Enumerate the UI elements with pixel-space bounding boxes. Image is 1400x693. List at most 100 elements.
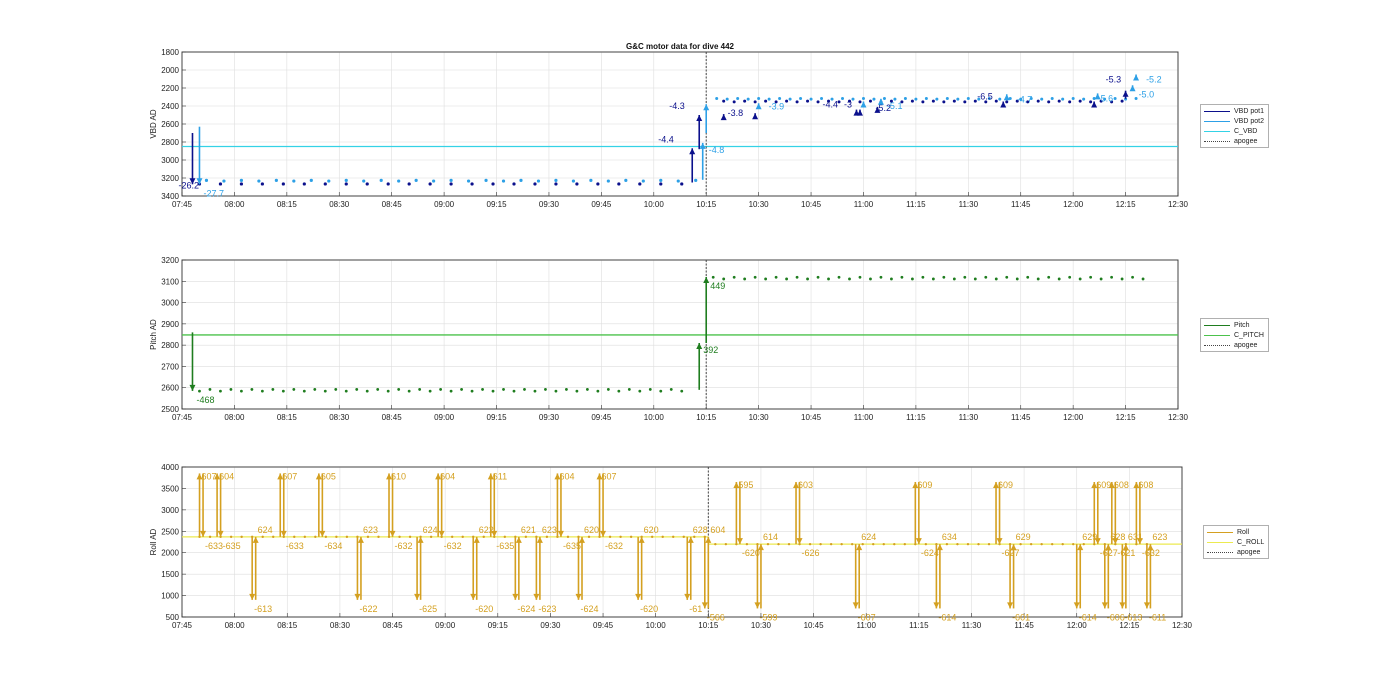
pitch-rate-label: 392 bbox=[703, 345, 718, 355]
roll-point bbox=[524, 535, 528, 539]
roll-rate-label: -624 bbox=[517, 604, 535, 614]
x-tick-label: 10:00 bbox=[644, 413, 665, 422]
roll-rate-label: -566 bbox=[707, 612, 725, 622]
pitch-point bbox=[1120, 277, 1124, 281]
x-tick-label: 12:30 bbox=[1168, 413, 1189, 422]
y-tick-label: 2000 bbox=[161, 549, 179, 558]
vbd-pot2-point bbox=[536, 179, 541, 183]
roll-rate-label: -633 bbox=[205, 541, 223, 551]
vbd-pot2-point bbox=[484, 178, 488, 182]
vbd-pot2-point bbox=[449, 178, 453, 182]
roll-point bbox=[861, 542, 864, 546]
roll-rate-label: 609 bbox=[998, 480, 1013, 490]
roll-rate-label: 608 bbox=[1114, 480, 1129, 490]
vbd-pot2-point bbox=[1113, 96, 1117, 100]
x-tick-label: 08:15 bbox=[277, 413, 298, 422]
roll-point bbox=[450, 535, 454, 539]
roll-point bbox=[408, 535, 412, 539]
y-axis-label: VBD AD bbox=[149, 109, 158, 139]
vbd-pot1-point bbox=[260, 182, 264, 186]
pitch-point bbox=[418, 388, 422, 391]
pitch-point bbox=[449, 389, 453, 393]
x-tick-label: 08:30 bbox=[329, 413, 350, 422]
legend-item-vbd-pot1: VBD pot1 bbox=[1204, 106, 1264, 116]
roll-rate-label: -601 bbox=[1012, 612, 1030, 622]
vbd-pot1-point bbox=[659, 182, 663, 186]
vbd-pot2-point bbox=[239, 178, 244, 182]
vbd-pot1-point bbox=[1078, 99, 1082, 103]
pitch-point bbox=[344, 389, 348, 393]
vbd-pot2-point bbox=[903, 96, 907, 100]
roll-point bbox=[714, 542, 717, 546]
roll-point bbox=[766, 542, 770, 546]
vbd-pot2-point bbox=[1082, 97, 1086, 101]
x-tick-label: 10:30 bbox=[749, 413, 770, 422]
roll-rate-label: 605 bbox=[321, 471, 336, 481]
x-tick-label: 10:45 bbox=[801, 413, 822, 422]
roll-rate-label: 595 bbox=[738, 480, 753, 490]
roll-rate-label: 607 bbox=[602, 471, 617, 481]
pitch-point bbox=[911, 277, 914, 281]
x-tick-label: 10:45 bbox=[801, 200, 822, 209]
roll-point bbox=[650, 535, 654, 539]
roll-point bbox=[850, 542, 854, 546]
pitch-point bbox=[407, 389, 411, 393]
pitch-rate-label: 449 bbox=[710, 281, 725, 291]
x-tick-label: 10:00 bbox=[646, 621, 667, 630]
figure-title: G&C motor data for dive 442 bbox=[626, 42, 735, 51]
pitch-point bbox=[890, 277, 893, 281]
pitch-point bbox=[869, 277, 872, 281]
vbd-pot2-point bbox=[327, 179, 331, 183]
pitch-point bbox=[606, 388, 610, 391]
y-tick-label: 1800 bbox=[161, 48, 179, 57]
x-tick-label: 08:00 bbox=[224, 200, 245, 209]
vbd-pot2-point bbox=[924, 96, 928, 100]
x-tick-label: 12:30 bbox=[1168, 200, 1189, 209]
vbd-pot2-point bbox=[882, 96, 886, 100]
y-tick-label: 2400 bbox=[161, 102, 179, 111]
vbd-panel: 07:45 08:00 08:15 08:30 08:45 09:00 09:15 09:30… bbox=[149, 48, 1189, 209]
y-axis-label: Pitch AD bbox=[149, 319, 158, 350]
roll-rate-label: -613 bbox=[1124, 612, 1142, 622]
x-tick-label: 11:00 bbox=[854, 413, 874, 422]
vbd-pot2-point bbox=[554, 178, 558, 182]
roll-point bbox=[977, 542, 980, 546]
vbd-pot1-point bbox=[365, 182, 369, 186]
x-tick-label: 07:45 bbox=[172, 413, 193, 422]
vbd-pot1-point bbox=[1089, 100, 1093, 104]
roll-rate-label: 603 bbox=[798, 480, 813, 490]
vbd-pot2-point bbox=[362, 179, 366, 183]
pitch-point bbox=[764, 277, 768, 281]
vbd-pot2-point bbox=[956, 97, 960, 101]
roll-point bbox=[261, 535, 264, 539]
pitch-point bbox=[208, 388, 212, 391]
pitch-point bbox=[648, 388, 652, 391]
y-tick-label: 3200 bbox=[161, 174, 179, 183]
vbd-rate-label: -5.2 bbox=[1146, 75, 1162, 85]
vbd-pot2-point bbox=[1040, 97, 1044, 101]
legend-item-c-vbd: C_VBD bbox=[1204, 126, 1264, 136]
pitch-point bbox=[1078, 277, 1082, 281]
roll-point bbox=[629, 535, 633, 539]
x-tick-label: 08:30 bbox=[330, 621, 351, 630]
pitch-point bbox=[1047, 275, 1051, 279]
y-tick-label: 2000 bbox=[161, 66, 179, 75]
roll-point bbox=[324, 535, 328, 539]
vbd-pot1-point bbox=[994, 99, 998, 103]
vbd-pot2-point bbox=[1061, 97, 1065, 101]
vbd-pot2-point bbox=[606, 179, 610, 183]
roll-rate-label: 604 bbox=[710, 525, 725, 535]
pitch-point bbox=[984, 275, 988, 279]
pitch-point bbox=[240, 389, 243, 393]
roll-point bbox=[1019, 542, 1022, 546]
legend-item-apogee: apogee bbox=[1207, 547, 1264, 557]
legend-item-pitch: Pitch bbox=[1204, 320, 1264, 330]
vbd-pot1-point bbox=[1057, 99, 1061, 103]
roll-rate-label: -635 bbox=[223, 541, 241, 551]
vbd-pot2-point bbox=[519, 178, 523, 182]
roll-panel: 07:45 08:00 08:15 08:30 08:45 09:00 09:15 09:30… bbox=[149, 463, 1193, 630]
pitch-point bbox=[260, 389, 264, 393]
pitch-point bbox=[973, 277, 977, 281]
pitch-rate-label: -468 bbox=[196, 395, 214, 405]
vbd-pot2-point bbox=[432, 179, 436, 183]
